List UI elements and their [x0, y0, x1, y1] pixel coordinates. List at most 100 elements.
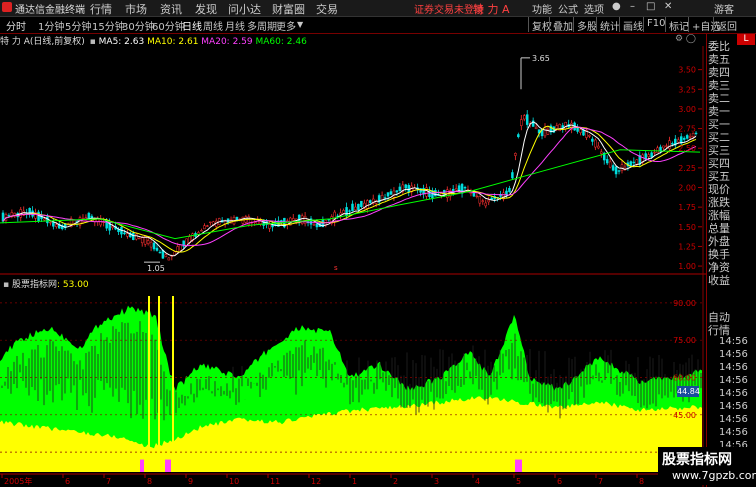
close-icon[interactable]: ✕: [664, 1, 672, 12]
candle-body: [677, 139, 680, 143]
signal-line: [172, 296, 174, 472]
tab-daily[interactable]: 日线: [182, 18, 202, 33]
candle-body: [520, 119, 523, 126]
menu-jiaoyi[interactable]: 交易: [316, 1, 338, 17]
menu-gongshi[interactable]: 公式: [558, 1, 578, 16]
price-tick-label: 2.50: [678, 144, 696, 153]
candle-body: [49, 221, 52, 224]
period-toolbar: 分时 1分钟 5分钟 15分钟 30分钟 60分钟 日线 周线 月线 多周期 更…: [0, 17, 756, 34]
candle-body: [682, 137, 686, 140]
candle-body: [600, 151, 603, 154]
tab-1min[interactable]: 1分钟: [38, 18, 64, 33]
candle-body: [155, 247, 159, 251]
candle-body: [354, 206, 357, 211]
tab-5min[interactable]: 5分钟: [65, 18, 91, 33]
price-info-line: 特 力 A(日线,前复权) ▪ MA5: 2.63 MA10: 2.61 MA2…: [0, 34, 307, 47]
date-tick-label: 11: [270, 477, 280, 486]
candle-body: [475, 195, 479, 198]
tab-weekly[interactable]: 周线: [203, 18, 223, 33]
btn-back[interactable]: 返回: [713, 17, 740, 33]
menu-hangqing[interactable]: 行情: [90, 1, 112, 17]
price-tick-label: 2.75: [678, 125, 696, 134]
date-tick-label: 10: [229, 477, 239, 486]
watermark: 股票指标网 www.7gpzb.com: [658, 447, 756, 485]
candle-body: [389, 191, 393, 195]
candle-body: [158, 251, 162, 254]
candle-body: [259, 221, 262, 225]
side-time-1: 14:56: [719, 349, 748, 360]
tab-fenshi[interactable]: 分时: [6, 18, 26, 33]
candle-body: [206, 225, 209, 227]
tab-monthly[interactable]: 月线: [225, 18, 245, 33]
tab-30min[interactable]: 30分钟: [122, 18, 155, 33]
menu-zixun[interactable]: 资讯: [160, 1, 182, 17]
indicator-name: 股票指标网: [11, 280, 57, 290]
date-tick-label: 9: [188, 477, 193, 486]
candle-body: [605, 159, 609, 164]
indicator-header: ▪ 股票指标网: 53.00: [3, 277, 89, 290]
signal-bar: [140, 459, 144, 472]
side-time-6: 14:56: [719, 414, 748, 425]
candle-body: [7, 215, 11, 217]
panel-config-icon[interactable]: ⚙ ◯: [675, 34, 696, 44]
candle-body: [52, 222, 55, 227]
candle-body: [671, 143, 674, 145]
candle-body: [300, 215, 304, 224]
tab-more[interactable]: 更多: [276, 18, 296, 33]
candle-body: [688, 135, 692, 138]
candle-body: [534, 126, 538, 129]
side-time-2: 14:56: [719, 362, 748, 373]
menu-caifuquan[interactable]: 财富圈: [272, 1, 305, 17]
maximize-icon[interactable]: □: [646, 1, 655, 12]
watermark-title: 股票指标网: [662, 452, 732, 468]
candle-body: [303, 215, 307, 224]
date-tick-label: 2: [393, 477, 398, 486]
signal-line: [148, 296, 150, 472]
guest-label[interactable]: 游客: [714, 1, 734, 16]
more-dropdown-icon[interactable]: ▼: [297, 20, 303, 29]
btn-huaxian[interactable]: 画线: [619, 17, 646, 33]
tab-multi-period[interactable]: 多周期: [247, 18, 277, 33]
candle-body: [514, 153, 517, 156]
tab-60min[interactable]: 60分钟: [152, 18, 185, 33]
candle-body: [149, 241, 153, 248]
side-item-18[interactable]: 收益: [708, 272, 756, 288]
indicator-dot-icon: ▪: [3, 280, 10, 290]
tab-15min[interactable]: 15分钟: [92, 18, 125, 33]
candle-body: [357, 203, 360, 210]
menu-xuanxiang[interactable]: 选项: [584, 1, 604, 16]
candle-body: [555, 125, 559, 129]
menu-gongneng[interactable]: 功能: [532, 1, 552, 16]
indicator-tick-label: 60.00: [673, 373, 696, 382]
signal-bar: [165, 459, 171, 472]
menu-shichang[interactable]: 市场: [125, 1, 147, 17]
candle-body: [395, 190, 399, 193]
menu-wenxiaoda[interactable]: 问小达: [228, 1, 261, 17]
candle-body: [511, 172, 514, 179]
minimize-icon[interactable]: –: [630, 1, 635, 12]
indicator-tick-label: 75.00: [673, 336, 696, 345]
chart-canvas[interactable]: 3.65 1.05 s 1.00 1.25 1.50 1.75 2.00 2.25 2.50 2.…: [0, 46, 706, 487]
candle-body: [404, 184, 408, 189]
date-tick-label: 5: [516, 477, 521, 486]
candle-body: [132, 232, 135, 240]
user-icon[interactable]: ●: [612, 1, 621, 12]
candle-body: [135, 233, 138, 240]
candle-body: [90, 215, 94, 218]
candle-body: [43, 218, 46, 221]
candle-body: [339, 212, 342, 216]
date-tick-label: 8: [639, 477, 644, 486]
candle-body: [111, 226, 114, 228]
candle-body: [297, 214, 301, 222]
candle-body: [617, 170, 621, 172]
app-name: 通达信金融终端: [15, 5, 85, 16]
candle-body: [653, 152, 656, 154]
candle-body: [152, 242, 156, 250]
menu-faxian[interactable]: 发现: [195, 1, 217, 17]
candle-body: [525, 114, 529, 125]
title-stock-name: 特 力 A: [473, 3, 510, 16]
title-bar: 通达信金融终端 行情 市场 资讯 发现 问小达 财富圈 交易 证券交易未登录 特…: [0, 0, 756, 17]
btn-diejia[interactable]: 叠加: [549, 17, 576, 33]
candle-body: [576, 127, 579, 132]
candle-body: [594, 139, 597, 148]
